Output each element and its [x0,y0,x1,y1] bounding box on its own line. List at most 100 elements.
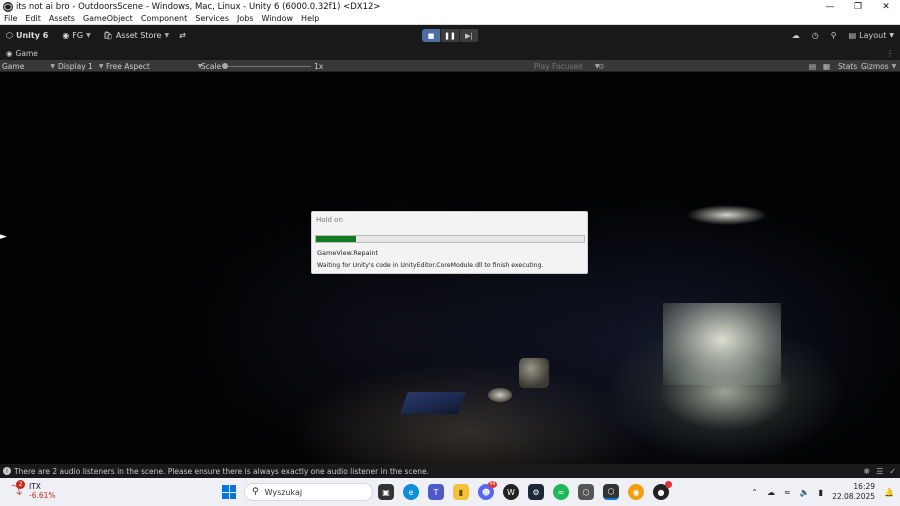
windows-start-icon[interactable] [222,485,236,499]
edge-browser-icon[interactable]: e [403,484,419,500]
volume-icon[interactable]: 🔈 [800,488,810,497]
taskbar-search-box[interactable]: ⚲ Wyszukaj [244,483,373,501]
minimize-icon[interactable]: — [816,0,844,13]
menu-jobs[interactable]: Jobs [233,14,258,23]
scene-mug [519,358,549,388]
menu-file[interactable]: File [0,14,21,23]
dialog-message: Waiting for Unity's code in UnityEditor.… [317,262,544,269]
unity-editor-icon[interactable]: ⬡ [603,484,619,500]
dialog-title: Hold on [316,216,343,224]
window-title-bar: its not ai bro - OutdoorsScene - Windows… [0,0,900,13]
spotify-icon[interactable]: ≈ [553,484,569,500]
list-icon[interactable]: ☰ [876,467,883,476]
chevron-down-icon: ▼ [891,62,897,70]
history-icon[interactable]: ◷ [812,31,819,40]
teams-icon[interactable]: T [428,484,444,500]
search-icon: ⚲ [252,487,259,497]
task-view-icon[interactable]: ▣ [378,484,394,500]
check-circle-icon[interactable]: ✓ [889,467,896,476]
notification-bell-icon[interactable]: 🔔 [884,488,894,497]
mute-audio-icon[interactable]: ▤ [809,60,816,72]
scene-window-light [663,303,781,385]
gizmos-label: Gizmos [861,61,889,71]
status-message: There are 2 audio listeners in the scene… [14,466,429,476]
scale-slider-handle[interactable] [222,63,228,69]
aspect-dropdown-label: Free Aspect [106,61,150,71]
gizmos-dropdown[interactable]: Gizmos ▼ [861,60,896,72]
unity-menu-button[interactable]: ⬡ Unity 6 [6,31,48,40]
menu-gameobject[interactable]: GameObject [79,14,137,23]
steam-icon[interactable]: ⚙ [528,484,544,500]
stats-button[interactable]: Stats [838,60,857,72]
onedrive-icon[interactable]: ☁ [767,488,775,497]
wordpress-icon[interactable]: W [503,484,519,500]
step-button[interactable]: ▶| [460,29,479,42]
tab-game[interactable]: ◉ Game [6,49,38,58]
unity-hub-icon[interactable]: ⬡ [578,484,594,500]
menu-edit[interactable]: Edit [21,14,45,23]
windows-taskbar: ⤵ 2 ITX -6.61% ⚲ Wyszukaj ▣ e T ▮ ☻ 99 W … [0,478,900,506]
chevron-down-icon: ▼ [50,62,55,70]
game-view-dropdown-label: Game [2,61,25,71]
discord-badge: 99 [488,481,497,488]
display-dropdown[interactable]: Display 1 ▼ [58,60,103,72]
menu-window[interactable]: Window [258,14,298,23]
menu-help[interactable]: Help [297,14,323,23]
version-control-button[interactable]: ⇄ [179,31,186,40]
asset-store-dropdown[interactable]: 🛍 Asset Store ▼ [103,31,169,40]
window-title: its not ai bro - OutdoorsScene - Windows… [16,1,381,12]
chevron-up-icon[interactable]: ⌃ [751,488,758,497]
layout-dropdown[interactable]: ▤ Layout ▼ [849,31,894,40]
mouse-cursor-icon: ► [0,232,7,242]
unity-logo-icon: ⬡ [6,31,13,40]
stock-trend-icon: ⤵ 2 [10,480,25,496]
search-icon[interactable]: ⚲ [831,31,837,40]
notification-dot [665,481,672,488]
frame-debugger-icon[interactable]: ⚙ [598,60,605,72]
shortcut-toggle-icon[interactable]: ▦ [823,60,830,72]
layout-label: Layout [859,31,887,40]
menu-assets[interactable]: Assets [45,14,79,23]
more-options-icon[interactable]: ⋮ [886,49,894,58]
scene-lamp [488,388,512,402]
stock-name: ITX [29,482,41,491]
version-control-icon: ⇄ [179,31,186,40]
dialog-step: GameView.Repaint [317,249,379,257]
discord-icon[interactable]: ☻ 99 [478,481,497,500]
clock-time: 16:29 [853,482,876,491]
clock[interactable]: 16:29 22.08.2025 [832,482,875,502]
tab-game-label: Game [15,48,38,58]
game-view-dropdown[interactable]: Game ▼ [2,60,55,72]
system-tray: ⌃ ☁ ≈ 🔈 ▮ 16:29 22.08.2025 🔔 [751,478,900,506]
gamepad-icon: ◉ [6,48,13,58]
menu-component[interactable]: Component [137,14,191,23]
play-focused-dropdown[interactable]: Play Focused ▼ [534,60,599,72]
bug-icon[interactable]: ❋ [863,467,870,476]
scene-keyboard [399,392,467,414]
file-explorer-icon[interactable]: ▮ [453,484,469,500]
cloud-icon[interactable]: ☁ [792,31,800,40]
account-label: FG [72,31,84,40]
scale-slider-track[interactable] [227,65,311,67]
hold-on-dialog: Hold on GameView.Repaint Waiting for Uni… [311,211,588,274]
account-dropdown[interactable]: ◉ FG ▼ [62,31,90,40]
wifi-icon[interactable]: ≈ [784,488,791,497]
display-dropdown-label: Display 1 [58,61,93,71]
tab-bar: ◉ Game ⋮ [0,46,900,60]
menu-services[interactable]: Services [191,14,233,23]
scale-value: 1x [314,61,324,71]
app-icon[interactable]: ● [653,481,672,500]
play-controls: ■ ❚❚ ▶| [422,29,479,42]
pause-button[interactable]: ❚❚ [441,29,460,42]
stock-widget[interactable]: ⤵ 2 ITX -6.61% [10,480,56,500]
chrome-icon[interactable]: ◉ [628,484,644,500]
unity-app-icon [3,1,13,12]
play-stop-button[interactable]: ■ [422,29,441,42]
battery-icon[interactable]: ▮ [819,488,823,497]
progress-bar [315,235,585,243]
close-icon[interactable]: ✕ [872,0,900,13]
aspect-dropdown[interactable]: Free Aspect ▼ [106,60,202,72]
console-status-bar[interactable]: ! There are 2 audio listeners in the sce… [0,464,900,478]
restore-icon[interactable]: ❐ [844,0,872,13]
chevron-down-icon: ▼ [86,32,91,39]
